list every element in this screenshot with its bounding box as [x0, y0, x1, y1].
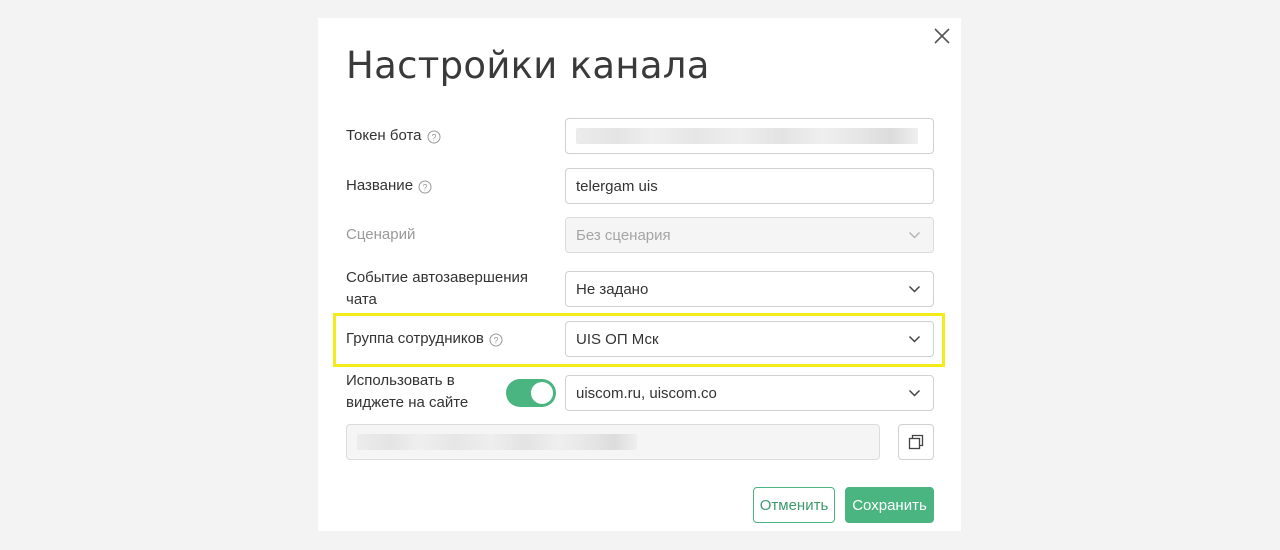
auto-finish-label-line2: чата — [346, 291, 377, 308]
help-icon[interactable]: ? — [427, 129, 441, 144]
scenario-label: Сценарий — [346, 224, 415, 246]
widget-toggle[interactable] — [506, 379, 556, 407]
scenario-value: Без сценария — [576, 226, 671, 244]
copy-icon — [908, 434, 924, 450]
save-button[interactable]: Сохранить — [845, 487, 934, 523]
copy-button[interactable] — [898, 424, 934, 460]
widget-label-line2: виджете на сайте — [346, 394, 469, 411]
name-value: telergam uis — [576, 177, 658, 195]
redacted-code — [357, 434, 637, 450]
close-icon[interactable] — [932, 26, 952, 46]
bot-token-input[interactable] — [565, 118, 934, 154]
bot-token-label: Токен бота ? — [346, 125, 441, 147]
scenario-label-text: Сценарий — [346, 226, 416, 243]
chevron-down-icon — [908, 231, 921, 239]
widget-label-line1: Использовать в — [346, 372, 455, 389]
widget-label: Использовать в виджете на сайте — [346, 370, 468, 414]
auto-finish-value: Не задано — [576, 280, 649, 298]
cancel-button[interactable]: Отменить — [753, 487, 835, 523]
name-label-text: Название — [346, 177, 414, 194]
widget-code-field[interactable] — [346, 424, 880, 460]
widget-domains-select[interactable]: uiscom.ru, uiscom.co — [565, 375, 934, 411]
scenario-select: Без сценария — [565, 217, 934, 253]
bot-token-label-text: Токен бота — [346, 127, 422, 144]
name-input[interactable]: telergam uis — [565, 168, 934, 204]
auto-finish-label: Событие автозавершения чата — [346, 267, 528, 311]
chevron-down-icon — [908, 285, 921, 293]
channel-settings-dialog: Настройки канала Токен бота ? Название ?… — [318, 18, 961, 531]
svg-text:?: ? — [423, 183, 428, 193]
help-icon[interactable]: ? — [418, 179, 432, 194]
redacted-token — [576, 128, 918, 144]
name-label: Название ? — [346, 175, 432, 197]
auto-finish-label-line1: Событие автозавершения — [346, 269, 529, 286]
employee-group-highlight — [333, 313, 945, 367]
toggle-knob — [531, 382, 553, 404]
svg-text:?: ? — [431, 133, 436, 143]
chevron-down-icon — [908, 389, 921, 397]
auto-finish-select[interactable]: Не задано — [565, 271, 934, 307]
widget-domains-value: uiscom.ru, uiscom.co — [576, 384, 717, 402]
dialog-title: Настройки канала — [346, 44, 710, 87]
